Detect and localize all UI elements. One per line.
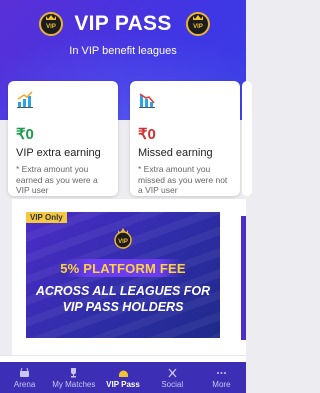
missed-earning-title: Missed earning <box>138 147 213 159</box>
missed-earning-note: * Extra amount you missed as you were no… <box>138 164 228 196</box>
next-banner-peek <box>241 216 246 340</box>
vip-helmet-icon <box>118 370 128 377</box>
nav-item-my-matches[interactable]: My Matches <box>49 362 98 393</box>
vip-badge-icon: VIP <box>186 12 210 36</box>
nav-label-social: Social <box>161 379 184 389</box>
social-icon <box>168 368 177 377</box>
promo-line-2: VIP PASS HOLDERS <box>62 299 184 314</box>
vip-extra-earning-amount: ₹0 <box>16 126 34 143</box>
next-card-peek <box>242 81 252 196</box>
svg-text:VIP: VIP <box>193 24 203 30</box>
nav-item-more[interactable]: More <box>197 362 246 393</box>
nav-item-arena[interactable]: Arena <box>0 362 49 393</box>
nav-label-my-matches: My Matches <box>52 379 96 389</box>
vip-promo-banner[interactable]: VIP Only VIP 5% PLATFORM FEE ACROSS ALL … <box>26 212 220 338</box>
more-icon <box>216 371 226 374</box>
vip-extra-earning-note: * Extra amount you earned as you were a … <box>16 164 98 196</box>
platform-fee-headline: 5% PLATFORM FEE <box>60 261 186 276</box>
nav-label-more: More <box>212 379 231 389</box>
nav-label-arena: Arena <box>13 379 36 389</box>
arena-icon <box>20 367 30 377</box>
promo-line-1: ACROSS ALL LEAGUES FOR <box>35 284 211 298</box>
page-subtitle: In VIP benefit leagues <box>69 45 177 57</box>
nav-item-social[interactable]: Social <box>148 362 197 393</box>
missed-earning-card[interactable]: ₹0 Missed earning * Extra amount you mis… <box>130 81 240 196</box>
trophy-icon <box>71 367 77 377</box>
bar-chart-down-icon <box>139 93 155 108</box>
bottom-nav: Arena My Matches VIP Pass Social More <box>0 362 246 393</box>
missed-earning-amount: ₹0 <box>138 126 156 143</box>
vip-only-tag: VIP Only <box>26 212 67 223</box>
vip-helmet-icon: VIP <box>114 228 132 249</box>
svg-text:VIP: VIP <box>118 239 128 245</box>
vip-extra-earning-card[interactable]: ₹0 VIP extra earning * Extra amount you … <box>8 81 118 196</box>
promo-body-text: ACROSS ALL LEAGUES FOR VIP PASS HOLDERS <box>26 284 220 315</box>
vip-extra-earning-title: VIP extra earning <box>16 147 101 159</box>
bar-chart-up-icon <box>17 91 33 108</box>
nav-label-vip-pass: VIP Pass <box>106 379 140 389</box>
nav-item-vip-pass[interactable]: VIP Pass <box>98 362 147 393</box>
